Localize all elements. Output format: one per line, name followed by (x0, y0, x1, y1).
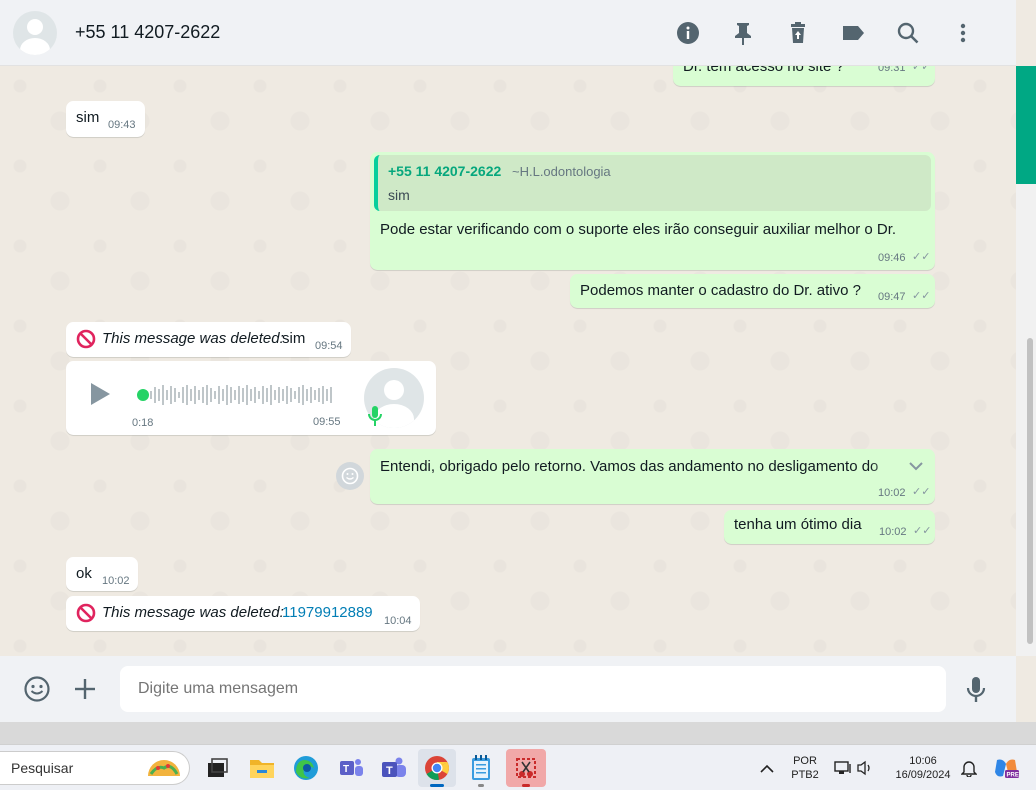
taco-icon[interactable] (146, 754, 182, 787)
scrollbar-accent (1016, 66, 1036, 184)
waveform[interactable] (136, 381, 336, 409)
message-incoming[interactable]: ok 10:02 (66, 557, 138, 591)
message-time: 10:02 (879, 526, 907, 538)
message-text: ok (76, 565, 92, 582)
message-text: tenha um ótimo dia (734, 516, 862, 533)
chat-header: +55 11 4207-2622 (0, 0, 1016, 66)
message-text: Podemos manter o cadastro do Dr. ativo ? (580, 282, 861, 299)
microphone-icon (368, 405, 382, 431)
copilot-icon[interactable]: PRE (993, 756, 1019, 785)
read-ticks-icon: ✓✓ (912, 290, 931, 302)
notification-bell-icon[interactable] (960, 759, 978, 782)
message-time: 09:43 (108, 119, 136, 131)
emoji-icon[interactable] (24, 676, 50, 707)
message-text: Pode estar verificando com o suporte ele… (380, 221, 897, 238)
delete-icon[interactable] (770, 17, 825, 49)
tray-chevron-up-icon[interactable] (760, 761, 774, 779)
message-incoming[interactable]: sim 09:43 (66, 101, 145, 137)
task-view-icon[interactable] (198, 749, 236, 787)
message-time: 09:55 (313, 416, 341, 428)
message-input[interactable] (120, 666, 946, 712)
network-icon[interactable] (834, 760, 852, 781)
message-time: 10:02 (878, 487, 906, 499)
info-icon[interactable] (660, 17, 715, 49)
prohibited-icon (76, 603, 96, 627)
menu-icon[interactable] (935, 17, 990, 49)
message-incoming-deleted[interactable]: This message was deleted: 11979912889 10… (66, 596, 420, 631)
pin-icon[interactable] (715, 17, 770, 49)
read-ticks-icon: ✓✓ (912, 251, 931, 263)
svg-text:T: T (386, 765, 393, 777)
deleted-label: This message was deleted: (102, 330, 284, 347)
scrollbar[interactable] (1016, 66, 1036, 656)
message-time: 09:47 (878, 291, 906, 303)
message-time: 10:04 (384, 615, 412, 627)
prohibited-icon (76, 329, 96, 353)
message-incoming-deleted[interactable]: This message was deleted: sim 09:54 (66, 322, 351, 357)
chevron-down-icon[interactable] (908, 459, 924, 476)
play-icon[interactable] (88, 381, 112, 411)
quote-text: sim (388, 187, 410, 203)
window-bottom-edge (0, 722, 1036, 744)
read-ticks-icon: ✓✓ (912, 66, 931, 73)
microphone-icon[interactable] (966, 676, 986, 709)
lang-code: POR (793, 755, 817, 767)
voice-message[interactable]: 0:18 09:55 (66, 361, 436, 435)
quote-name: ~H.L.odontologia (512, 164, 611, 179)
deleted-label: This message was deleted: (102, 604, 284, 621)
message-text: sim (76, 109, 100, 126)
message-text: Dr. tem acesso no site ? (683, 66, 844, 75)
clock-date: 16/09/2024 (895, 769, 951, 781)
clock-time: 10:06 (909, 755, 937, 767)
taskbar-search-label: Pesquisar (11, 760, 74, 776)
quoted-message[interactable]: +55 11 4207-2622 ~H.L.odontologia sim (374, 155, 931, 211)
clock[interactable]: 10:06 16/09/2024 (887, 754, 959, 782)
edge-icon[interactable] (287, 749, 325, 787)
message-time: 10:02 (102, 575, 130, 587)
message-time: 09:31 (878, 66, 906, 74)
attach-plus-icon[interactable] (74, 678, 96, 705)
scrollbar-thumb[interactable] (1027, 338, 1033, 644)
label-icon[interactable] (825, 17, 880, 49)
file-explorer-icon[interactable] (243, 749, 281, 787)
keyboard-language[interactable]: POR PTB2 (788, 754, 822, 782)
contact-avatar[interactable] (13, 10, 57, 55)
voice-duration: 0:18 (132, 417, 154, 429)
composer-bar (0, 656, 1016, 722)
message-time: 09:46 (878, 252, 906, 264)
teams-personal-icon[interactable]: T (332, 749, 370, 787)
message-text: sim (282, 330, 306, 347)
message-outgoing[interactable]: Dr. tem acesso no site ? 09:31 ✓✓ (673, 66, 935, 86)
phone-link[interactable]: 11979912889 (282, 604, 373, 621)
read-ticks-icon: ✓✓ (913, 525, 932, 537)
message-outgoing[interactable]: Entendi, obrigado pelo retorno. Vamos da… (370, 449, 935, 504)
svg-text:PRE: PRE (1007, 773, 1019, 779)
emoji-react-icon[interactable] (336, 462, 364, 490)
message-text: Entendi, obrigado pelo retorno. Vamos da… (380, 458, 879, 475)
teams-work-icon[interactable]: T (375, 749, 413, 787)
message-outgoing[interactable]: tenha um ótimo dia 10:02 ✓✓ (724, 510, 935, 544)
quote-author: +55 11 4207-2622 (388, 163, 502, 179)
message-list[interactable]: Dr. tem acesso no site ? 09:31 ✓✓ sim 09… (0, 66, 1016, 656)
volume-icon[interactable] (857, 760, 873, 781)
svg-text:T: T (343, 764, 349, 775)
contact-name[interactable]: +55 11 4207-2622 (75, 22, 220, 43)
windows-taskbar: Pesquisar T T POR PTB2 10:06 16/09/2024 … (0, 744, 1036, 790)
notepad-icon[interactable] (462, 749, 500, 787)
header-actions (660, 17, 990, 49)
message-outgoing-reply[interactable]: +55 11 4207-2622 ~H.L.odontologia sim Po… (370, 152, 935, 270)
chrome-icon[interactable] (418, 749, 456, 787)
message-outgoing[interactable]: Podemos manter o cadastro do Dr. ativo ?… (570, 274, 935, 308)
search-icon[interactable] (880, 17, 935, 49)
message-time: 09:54 (315, 340, 343, 352)
lang-layout: PTB2 (791, 769, 819, 781)
read-ticks-icon: ✓✓ (912, 486, 931, 498)
snipping-tool-icon[interactable] (506, 749, 546, 787)
whatsapp-web-window: +55 11 4207-2622 Dr. tem acesso no site … (0, 0, 1036, 790)
